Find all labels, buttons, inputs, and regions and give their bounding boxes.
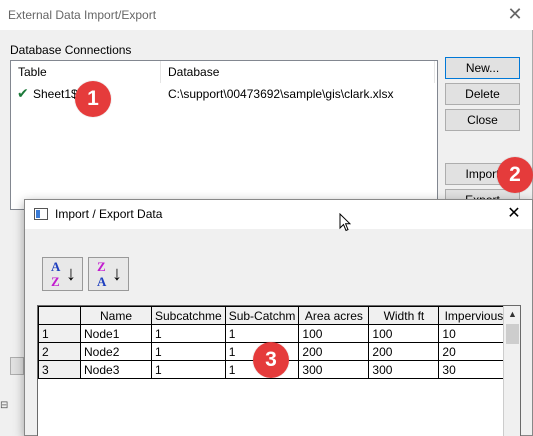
checkmark-icon: ✔ xyxy=(17,85,29,101)
grid-header-area[interactable]: Area acres xyxy=(298,306,370,325)
sort-down-arrow-icon: ↓ xyxy=(66,263,76,285)
outer-titlebar: External Data Import/Export ✕ xyxy=(0,0,533,30)
grid-header-width[interactable]: Width ft xyxy=(368,306,440,325)
grid-header-name[interactable]: Name xyxy=(80,306,152,325)
grid-cell[interactable]: 10 xyxy=(438,324,510,343)
row-number[interactable]: 3 xyxy=(38,360,81,379)
grid-cell[interactable]: Node2 xyxy=(80,342,152,361)
grid-cell[interactable]: 200 xyxy=(298,342,370,361)
grid-cell[interactable]: 200 xyxy=(368,342,440,361)
sort-z-letter: Z xyxy=(51,274,60,289)
outer-close-icon[interactable]: ✕ xyxy=(501,2,529,28)
grid-cell[interactable]: 300 xyxy=(368,360,440,379)
grid-cell[interactable]: 300 xyxy=(298,360,370,379)
table-row[interactable]: 1 Node1 1 1 100 100 10 xyxy=(38,324,510,343)
close-button[interactable]: Close xyxy=(445,109,520,131)
import-export-data-dialog: Import / Export Data ✕ A Z ↓ Z A ↓ Name … xyxy=(24,199,533,436)
grid-cell[interactable]: 30 xyxy=(438,360,510,379)
delete-button[interactable]: Delete xyxy=(445,83,520,105)
scrollbar-thumb[interactable] xyxy=(506,324,519,344)
callout-badge-2: 2 xyxy=(497,157,533,193)
grid-cell[interactable]: 20 xyxy=(438,342,510,361)
callout-badge-3: 3 xyxy=(253,342,289,378)
grid-cell[interactable]: 1 xyxy=(151,342,226,361)
sort-down-arrow-icon: ↓ xyxy=(112,263,122,285)
grid-cell[interactable]: 1 xyxy=(224,324,300,343)
sort-z-letter: Z xyxy=(97,259,106,274)
database-connections-label: Database Connections xyxy=(10,43,132,57)
sort-ascending-button[interactable]: A Z ↓ xyxy=(42,257,83,291)
scroll-up-icon[interactable]: ▲ xyxy=(504,306,521,323)
connection-table-name: Sheet1$ xyxy=(33,87,78,101)
grid-header-subcatchment[interactable]: Subcatchme xyxy=(151,306,226,325)
grid-cell[interactable]: 1 xyxy=(151,360,226,379)
grid-header-sub-catchment[interactable]: Sub-Catchm xyxy=(224,306,300,325)
sort-a-letter: A xyxy=(51,259,61,274)
inner-close-icon[interactable]: ✕ xyxy=(502,203,526,225)
sort-descending-button[interactable]: Z A ↓ xyxy=(88,257,129,291)
grid-cell[interactable]: Node3 xyxy=(80,360,152,379)
grid-cell[interactable]: 100 xyxy=(298,324,370,343)
inner-dialog-title: Import / Export Data xyxy=(55,207,163,221)
connection-database-path: C:\support\00473692\sample\gis\clark.xls… xyxy=(168,87,394,101)
column-header-database[interactable]: Database xyxy=(161,61,435,83)
grid-cell[interactable]: 100 xyxy=(368,324,440,343)
database-connections-list[interactable]: Table Database ✔ Sheet1$ C:\support\0047… xyxy=(10,60,438,210)
column-header-table[interactable]: Table xyxy=(11,61,161,83)
grid-corner[interactable] xyxy=(38,306,81,325)
grid-cell[interactable]: Node1 xyxy=(80,324,152,343)
row-number[interactable]: 2 xyxy=(38,342,81,361)
hidden-button-stub[interactable] xyxy=(10,357,24,375)
mouse-cursor-icon xyxy=(339,213,351,232)
tree-expander-icon[interactable]: ⊟ xyxy=(0,400,22,414)
grid-header-impervious[interactable]: Impervious xyxy=(438,306,510,325)
new-button[interactable]: New... xyxy=(445,57,520,79)
window-icon xyxy=(34,208,48,220)
inner-titlebar: Import / Export Data ✕ xyxy=(25,200,532,229)
row-number[interactable]: 1 xyxy=(38,324,81,343)
grid-cell[interactable]: 1 xyxy=(151,324,226,343)
grid-header-row: Name Subcatchme Sub-Catchm Area acres Wi… xyxy=(38,306,510,325)
callout-badge-1: 1 xyxy=(75,81,111,117)
grid-vertical-scrollbar[interactable]: ▲ xyxy=(503,306,520,436)
outer-dialog-title: External Data Import/Export xyxy=(8,8,157,22)
sort-a-letter: A xyxy=(97,274,107,289)
